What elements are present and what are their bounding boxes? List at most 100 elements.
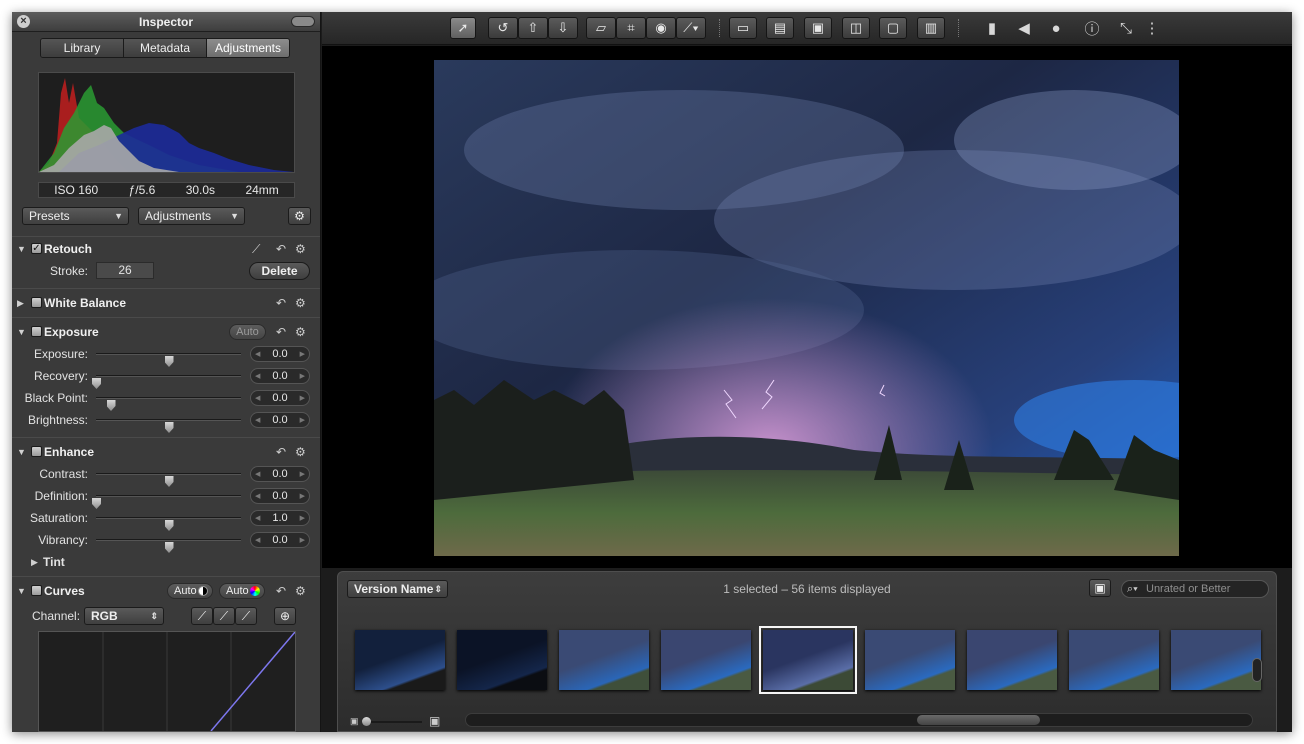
disclosure-open-icon[interactable]: ▼: [17, 447, 26, 457]
undo-icon[interactable]: ↶: [276, 325, 286, 339]
color-palette-button[interactable]: ●: [1044, 17, 1068, 39]
exit-fullscreen-button[interactable]: ⤡: [1114, 17, 1138, 39]
exposure-stepper[interactable]: ◀ 0.0 ▶: [250, 368, 310, 384]
white-balance-checkbox[interactable]: [31, 297, 42, 308]
toolbar-toggle[interactable]: ⋮: [1145, 17, 1160, 39]
stroke-field[interactable]: 26: [96, 262, 154, 279]
enhance-stepper[interactable]: ◀ 0.0 ▶: [250, 466, 310, 482]
compare-button[interactable]: ◫: [842, 17, 870, 39]
exposure-slider[interactable]: [96, 353, 241, 367]
enhance-stepper[interactable]: ◀ 0.0 ▶: [250, 488, 310, 504]
view-mode-button[interactable]: ▣: [804, 17, 832, 39]
hud-toggle[interactable]: [291, 16, 315, 27]
increment-arrow-icon[interactable]: ▶: [300, 416, 305, 424]
thumbnail[interactable]: [559, 630, 649, 690]
gear-icon[interactable]: ⚙: [295, 325, 306, 339]
thumbnail[interactable]: [457, 630, 547, 690]
stamp-tool[interactable]: ⇩: [548, 17, 578, 39]
adjustments-popup[interactable]: Adjustments ▼: [138, 207, 245, 225]
delete-button[interactable]: Delete: [249, 262, 310, 280]
undo-icon[interactable]: ↶: [276, 445, 286, 459]
thumbnail[interactable]: [1069, 630, 1159, 690]
strip-scroller[interactable]: [1252, 658, 1262, 682]
thumbnail[interactable]: [759, 626, 857, 694]
white-point-dropper[interactable]: ⟋: [235, 607, 257, 625]
browser-button[interactable]: ▥: [917, 17, 945, 39]
increment-arrow-icon[interactable]: ▶: [300, 350, 305, 358]
enhance-slider[interactable]: [96, 539, 241, 553]
thumbnail[interactable]: [1171, 630, 1261, 690]
thumbnail[interactable]: [355, 630, 445, 690]
enhance-stepper[interactable]: ◀ 0.0 ▶: [250, 532, 310, 548]
decrement-arrow-icon[interactable]: ◀: [255, 470, 260, 478]
decrement-arrow-icon[interactable]: ◀: [255, 372, 260, 380]
thumbnail[interactable]: [661, 630, 751, 690]
filter-button[interactable]: ▣: [1089, 579, 1111, 597]
curves-checkbox[interactable]: [31, 585, 42, 596]
channel-popup[interactable]: RGB ⇕: [84, 607, 164, 625]
lift-tool[interactable]: ⇧: [518, 17, 548, 39]
brush-tool[interactable]: ⟋▾: [676, 17, 706, 39]
increment-arrow-icon[interactable]: ▶: [300, 394, 305, 402]
stage-button[interactable]: ▢: [879, 17, 907, 39]
tab-library[interactable]: Library: [41, 39, 124, 57]
disclosure-closed-icon[interactable]: ▶: [17, 298, 24, 309]
gray-point-dropper[interactable]: ⟋: [213, 607, 235, 625]
gear-icon[interactable]: ⚙: [295, 296, 306, 310]
pointer-tool[interactable]: ➚: [450, 17, 476, 39]
exposure-slider[interactable]: [96, 419, 241, 433]
exposure-stepper[interactable]: ◀ 0.0 ▶: [250, 390, 310, 406]
crop-tool[interactable]: ⌗: [616, 17, 646, 39]
info-button[interactable]: ⓘ: [1080, 17, 1104, 39]
undo-icon[interactable]: ↶: [276, 242, 286, 256]
black-point-dropper[interactable]: ⟋: [191, 607, 213, 625]
brush-icon[interactable]: ⟋: [252, 242, 260, 257]
main-photo[interactable]: [434, 60, 1179, 556]
red-eye-tool[interactable]: ◉: [646, 17, 676, 39]
undo-icon[interactable]: ↶: [276, 584, 286, 598]
decrement-arrow-icon[interactable]: ◀: [255, 514, 260, 522]
enhance-stepper[interactable]: ◀ 1.0 ▶: [250, 510, 310, 526]
exposure-auto-button[interactable]: Auto: [229, 324, 266, 340]
presets-popup[interactable]: Presets ▼: [22, 207, 129, 225]
browser-scrollbar[interactable]: [465, 713, 1253, 727]
scrollbar-thumb[interactable]: [917, 715, 1040, 725]
increment-arrow-icon[interactable]: ▶: [300, 514, 305, 522]
exposure-stepper[interactable]: ◀ 0.0 ▶: [250, 346, 310, 362]
decrement-arrow-icon[interactable]: ◀: [255, 492, 260, 500]
gear-icon[interactable]: ⚙: [295, 584, 306, 598]
increment-arrow-icon[interactable]: ▶: [300, 492, 305, 500]
curves-auto-levels-button[interactable]: Auto: [167, 583, 213, 599]
decrement-arrow-icon[interactable]: ◀: [255, 536, 260, 544]
decrement-arrow-icon[interactable]: ◀: [255, 416, 260, 424]
disclosure-open-icon[interactable]: ▼: [17, 586, 26, 596]
gear-icon[interactable]: ⚙: [295, 445, 306, 459]
curves-auto-color-button[interactable]: Auto: [219, 583, 265, 599]
retouch-checkbox[interactable]: ✓: [31, 243, 42, 254]
gear-menu-button[interactable]: ⚙: [288, 207, 311, 225]
curves-graph[interactable]: [38, 631, 296, 732]
thumbnail[interactable]: [967, 630, 1057, 690]
undo-icon[interactable]: ↶: [276, 296, 286, 310]
enhance-checkbox[interactable]: [31, 446, 42, 457]
tab-adjustments[interactable]: Adjustments: [207, 39, 289, 57]
exposure-slider[interactable]: [92, 375, 241, 389]
rotate-tool[interactable]: ↺: [488, 17, 518, 39]
increment-arrow-icon[interactable]: ▶: [300, 372, 305, 380]
increment-arrow-icon[interactable]: ▶: [300, 470, 305, 478]
loupe-button[interactable]: ▮: [980, 17, 1004, 39]
enhance-slider[interactable]: [92, 495, 241, 509]
disclosure-closed-icon[interactable]: ▶: [31, 557, 38, 568]
slider-thumb[interactable]: [164, 542, 174, 553]
slider-thumb[interactable]: [164, 422, 174, 433]
enhance-slider[interactable]: [96, 517, 241, 531]
exposure-checkbox[interactable]: [31, 326, 42, 337]
slideshow-button[interactable]: ▭: [729, 17, 757, 39]
search-input[interactable]: ⌕▾ Unrated or Better: [1121, 580, 1269, 598]
decrement-arrow-icon[interactable]: ◀: [255, 350, 260, 358]
add-point-button[interactable]: ⊕: [274, 607, 296, 625]
thumb-size-slider[interactable]: [362, 717, 422, 726]
exposure-slider[interactable]: [96, 397, 241, 411]
thumbnail[interactable]: [865, 630, 955, 690]
filmstrip-button[interactable]: ▤: [766, 17, 794, 39]
